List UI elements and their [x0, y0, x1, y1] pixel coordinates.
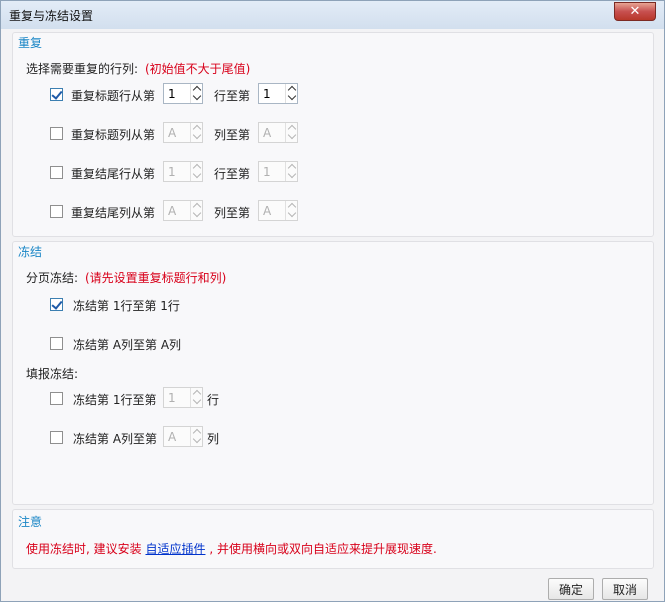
- chevron-down-icon[interactable]: [191, 210, 202, 219]
- ok-button[interactable]: 确定: [548, 578, 594, 600]
- chevron-down-icon[interactable]: [191, 436, 202, 445]
- dialog-title: 重复与冻结设置: [9, 9, 94, 23]
- paging-freeze-row-label: 冻结第 1行至第 1行: [73, 299, 180, 313]
- fill-freeze-row-label: 冻结第 1行至第: [73, 393, 157, 407]
- chevron-down-icon[interactable]: [286, 132, 297, 141]
- chevron-down-icon[interactable]: [191, 132, 202, 141]
- freeze-section-title: 冻结: [18, 245, 43, 259]
- repeat-title-row-label: 重复标题行从第: [71, 89, 156, 103]
- repeat-title-row-from-stepper[interactable]: 1: [163, 83, 203, 104]
- repeat-hint: (初始值不大于尾值): [145, 62, 251, 76]
- fill-freeze-label: 填报冻结:: [26, 367, 79, 381]
- repeat-title-row-to-stepper[interactable]: 1: [258, 83, 298, 104]
- dialog-window: 重复与冻结设置 ✕ 重复 选择需要重复的行列: (初始值不大于尾值) 重复标题行…: [0, 0, 665, 602]
- cancel-button[interactable]: 取消: [602, 578, 648, 600]
- repeat-title-row-mid-label: 行至第: [214, 89, 251, 103]
- stepper-value: A: [168, 126, 177, 140]
- adaptive-plugin-link[interactable]: 自适应插件: [145, 542, 205, 556]
- chevron-down-icon[interactable]: [286, 93, 297, 102]
- stepper-value: A: [168, 430, 177, 444]
- fill-freeze-col-stepper[interactable]: A: [163, 426, 203, 447]
- repeat-title-col-checkbox[interactable]: [50, 127, 63, 140]
- repeat-footer-col-label: 重复结尾列从第: [71, 206, 156, 220]
- stepper-value: 1: [263, 165, 271, 179]
- chevron-down-icon[interactable]: [191, 171, 202, 180]
- repeat-footer-row-label: 重复结尾行从第: [71, 167, 156, 181]
- note-panel: [12, 509, 654, 569]
- stepper-value: 1: [168, 391, 176, 405]
- paging-freeze-label: 分页冻结:: [26, 271, 79, 285]
- note-text-after: , 并使用横向或双向自适应来提升展现速度.: [209, 542, 437, 556]
- repeat-footer-row-from-stepper[interactable]: 1: [163, 161, 203, 182]
- repeat-footer-row-mid-label: 行至第: [214, 167, 251, 181]
- chevron-down-icon[interactable]: [191, 397, 202, 406]
- note-text: 使用冻结时, 建议安装 自适应插件 , 并使用横向或双向自适应来提升展现速度.: [26, 540, 437, 557]
- fill-freeze-col-label: 冻结第 A列至第: [73, 432, 158, 446]
- repeat-prompt: 选择需要重复的行列:: [26, 62, 139, 76]
- note-section-title: 注意: [18, 515, 43, 529]
- repeat-title-row-checkbox[interactable]: [50, 88, 63, 101]
- repeat-section-title: 重复: [18, 36, 43, 50]
- stepper-value: A: [263, 126, 272, 140]
- repeat-title-col-from-stepper[interactable]: A: [163, 122, 203, 143]
- repeat-footer-col-to-stepper[interactable]: A: [258, 200, 298, 221]
- paging-freeze-hint: (请先设置重复标题行和列): [85, 271, 227, 285]
- chevron-down-icon[interactable]: [286, 171, 297, 180]
- fill-freeze-row-stepper[interactable]: 1: [163, 387, 203, 408]
- paging-freeze-row-checkbox[interactable]: [50, 298, 63, 311]
- close-icon: ✕: [629, 4, 641, 19]
- stepper-value: 1: [263, 87, 271, 101]
- chevron-down-icon[interactable]: [191, 93, 202, 102]
- stepper-value: 1: [168, 87, 176, 101]
- fill-freeze-row-suffix: 行: [207, 393, 220, 407]
- repeat-footer-col-mid-label: 列至第: [214, 206, 251, 220]
- fill-freeze-col-checkbox[interactable]: [50, 431, 63, 444]
- repeat-title-col-mid-label: 列至第: [214, 128, 251, 142]
- stepper-value: A: [263, 204, 272, 218]
- repeat-footer-row-to-stepper[interactable]: 1: [258, 161, 298, 182]
- chevron-down-icon[interactable]: [286, 210, 297, 219]
- stepper-value: A: [168, 204, 177, 218]
- fill-freeze-row-checkbox[interactable]: [50, 392, 63, 405]
- title-bar[interactable]: 重复与冻结设置 ✕: [1, 1, 664, 29]
- fill-freeze-col-suffix: 列: [207, 432, 220, 446]
- repeat-title-col-to-stepper[interactable]: A: [258, 122, 298, 143]
- paging-freeze-col-checkbox[interactable]: [50, 337, 63, 350]
- repeat-footer-row-checkbox[interactable]: [50, 166, 63, 179]
- repeat-footer-col-checkbox[interactable]: [50, 205, 63, 218]
- repeat-footer-col-from-stepper[interactable]: A: [163, 200, 203, 221]
- paging-freeze-col-label: 冻结第 A列至第 A列: [73, 338, 182, 352]
- note-text-before: 使用冻结时, 建议安装: [26, 542, 142, 556]
- stepper-value: 1: [168, 165, 176, 179]
- repeat-title-col-label: 重复标题列从第: [71, 128, 156, 142]
- close-button[interactable]: ✕: [614, 2, 656, 21]
